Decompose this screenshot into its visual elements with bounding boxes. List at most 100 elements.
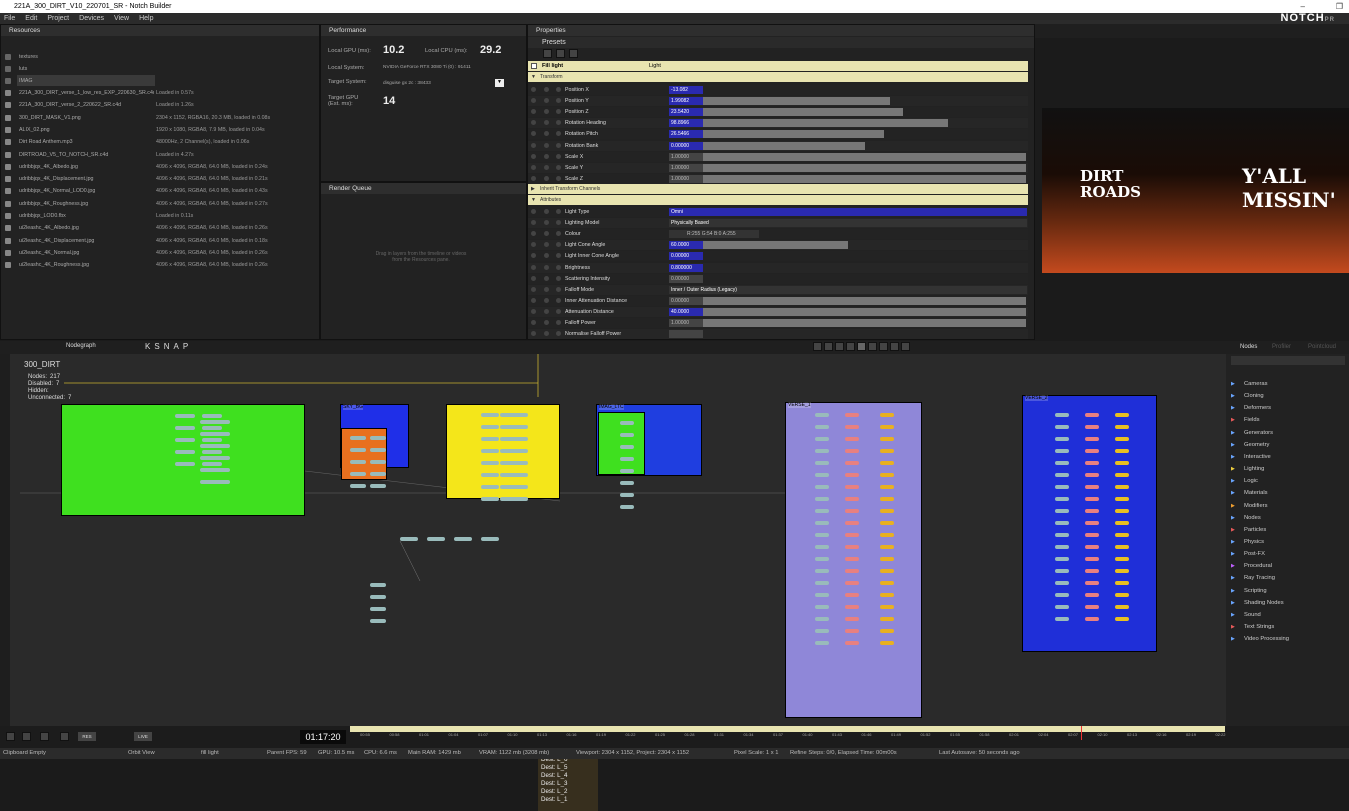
property-value[interactable]: Inner / Outer Radius (Legacy) <box>669 285 1027 294</box>
graph-node[interactable] <box>845 509 859 513</box>
expand-icon[interactable]: ▶ <box>1231 503 1235 509</box>
graph-node[interactable] <box>202 438 222 442</box>
graph-node[interactable] <box>1115 485 1129 489</box>
expand-icon[interactable]: ▶ <box>1231 490 1235 496</box>
keyframe-icon[interactable] <box>531 253 536 259</box>
resource-folder[interactable]: luts <box>19 63 27 75</box>
link-icon[interactable] <box>544 164 549 170</box>
expand-icon[interactable]: ▶ <box>1231 515 1235 521</box>
graph-node[interactable] <box>845 521 859 525</box>
resource-folder[interactable]: IMAG <box>19 75 33 87</box>
graph-node[interactable] <box>815 593 829 597</box>
property-value[interactable]: 1.00000 <box>669 319 703 327</box>
property-row[interactable]: Colour R:255 G:54 B:0 A:255 <box>528 229 1028 240</box>
graph-node[interactable] <box>880 449 894 453</box>
inherit-section[interactable]: Inherit Transform Channels <box>540 184 600 194</box>
graph-node[interactable] <box>880 485 894 489</box>
property-value[interactable]: Omni <box>669 208 1027 216</box>
graph-node[interactable] <box>202 462 222 466</box>
link-icon[interactable] <box>544 320 549 325</box>
graph-node[interactable] <box>880 617 894 621</box>
keyframe-icon[interactable] <box>531 209 536 214</box>
res-button[interactable]: RES <box>78 732 96 741</box>
resource-file[interactable]: udribbjqx_LOD0.fbx <box>19 210 154 222</box>
expose-icon[interactable] <box>556 253 561 259</box>
playhead[interactable] <box>1081 726 1082 740</box>
graph-node[interactable] <box>202 426 222 430</box>
graph-node[interactable] <box>1085 437 1099 441</box>
graph-node[interactable] <box>1055 545 1069 549</box>
graph-node[interactable] <box>620 505 634 509</box>
keyframe-icon[interactable] <box>531 175 536 181</box>
value-slider[interactable] <box>703 241 849 250</box>
property-row[interactable]: Attenuation Distance 40.0000 <box>528 306 1028 317</box>
property-row[interactable]: Light Inner Cone Angle 0.00000 <box>528 251 1028 262</box>
resource-file[interactable]: ALIX_02.png <box>19 124 154 136</box>
graph-node[interactable] <box>620 433 634 437</box>
expose-icon[interactable] <box>556 87 561 92</box>
resource-file[interactable]: Dirt Road Anthem.mp3 <box>19 136 154 148</box>
back-icon[interactable] <box>60 732 69 741</box>
link-icon[interactable] <box>544 209 549 214</box>
property-value[interactable]: 0.00000 <box>669 252 703 261</box>
graph-node[interactable] <box>370 607 386 611</box>
graph-node[interactable] <box>1085 425 1099 429</box>
graph-node[interactable] <box>1115 605 1129 609</box>
graph-node[interactable] <box>1115 497 1129 501</box>
property-row[interactable]: Rotation Heading 98.8966 <box>528 118 1028 129</box>
menu-item-0[interactable]: File <box>4 13 15 24</box>
property-value[interactable]: 0.00000 <box>669 274 703 283</box>
graph-node[interactable] <box>481 473 499 477</box>
loop-icon[interactable] <box>22 732 31 741</box>
graph-node[interactable] <box>1055 557 1069 561</box>
graph-node[interactable] <box>880 521 894 525</box>
expose-icon[interactable] <box>556 231 561 237</box>
resource-file[interactable]: 221A_300_DIRT_verse_2_220622_SR.c4d <box>19 99 154 111</box>
graph-node[interactable] <box>1085 593 1099 597</box>
expand-icon[interactable]: ▶ <box>1231 575 1235 581</box>
node-category[interactable]: Lighting <box>1244 466 1264 472</box>
graph-node[interactable] <box>370 619 386 623</box>
link-icon[interactable] <box>544 109 549 115</box>
graph-node[interactable] <box>815 437 829 441</box>
node-category[interactable]: Geometry <box>1244 442 1269 448</box>
menu-item-3[interactable]: Devices <box>79 13 104 24</box>
graph-node[interactable] <box>880 473 894 477</box>
node-category[interactable]: Fields <box>1244 417 1259 423</box>
expose-icon[interactable] <box>556 153 561 159</box>
expose-icon[interactable] <box>556 308 561 314</box>
expand-icon[interactable]: ▶ <box>1231 417 1235 423</box>
graph-node[interactable] <box>400 537 418 541</box>
graph-node[interactable] <box>510 425 528 429</box>
graph-node[interactable] <box>815 461 829 465</box>
value-slider[interactable] <box>703 141 865 150</box>
nodes-search-input[interactable] <box>1231 356 1345 365</box>
graph-node[interactable] <box>1115 569 1129 573</box>
graph-node[interactable] <box>370 595 386 599</box>
graph-node[interactable] <box>1085 545 1099 549</box>
expand-icon[interactable]: ▶ <box>1231 466 1235 472</box>
expand-icon[interactable]: ▶ <box>1231 454 1235 460</box>
graph-node[interactable] <box>1115 425 1129 429</box>
graph-node[interactable] <box>175 438 195 442</box>
graph-node[interactable] <box>880 497 894 501</box>
graph-node[interactable] <box>370 583 386 587</box>
graph-node[interactable] <box>815 509 829 513</box>
graph-node[interactable] <box>880 641 894 645</box>
attributes-section[interactable]: Attributes <box>540 195 561 205</box>
property-row[interactable]: Position Z 23.5420 <box>528 107 1028 118</box>
graph-node[interactable] <box>200 444 230 448</box>
property-value[interactable]: 60.0000 <box>669 241 703 250</box>
graph-node[interactable] <box>880 545 894 549</box>
resource-file[interactable]: ui2leashc_4K_Displacement.jpg <box>19 235 154 247</box>
link-icon[interactable] <box>544 286 549 292</box>
graph-node[interactable] <box>1055 425 1069 429</box>
graph-node[interactable] <box>815 473 829 477</box>
graph-node[interactable] <box>815 449 829 453</box>
graph-node[interactable] <box>620 445 634 449</box>
graph-node[interactable] <box>454 537 472 541</box>
graph-node[interactable] <box>880 581 894 585</box>
property-row[interactable]: Scale Z 1.00000 <box>528 173 1028 184</box>
tab-pointcloud[interactable]: Pointcloud <box>1308 344 1336 350</box>
value-slider[interactable] <box>703 174 1026 183</box>
